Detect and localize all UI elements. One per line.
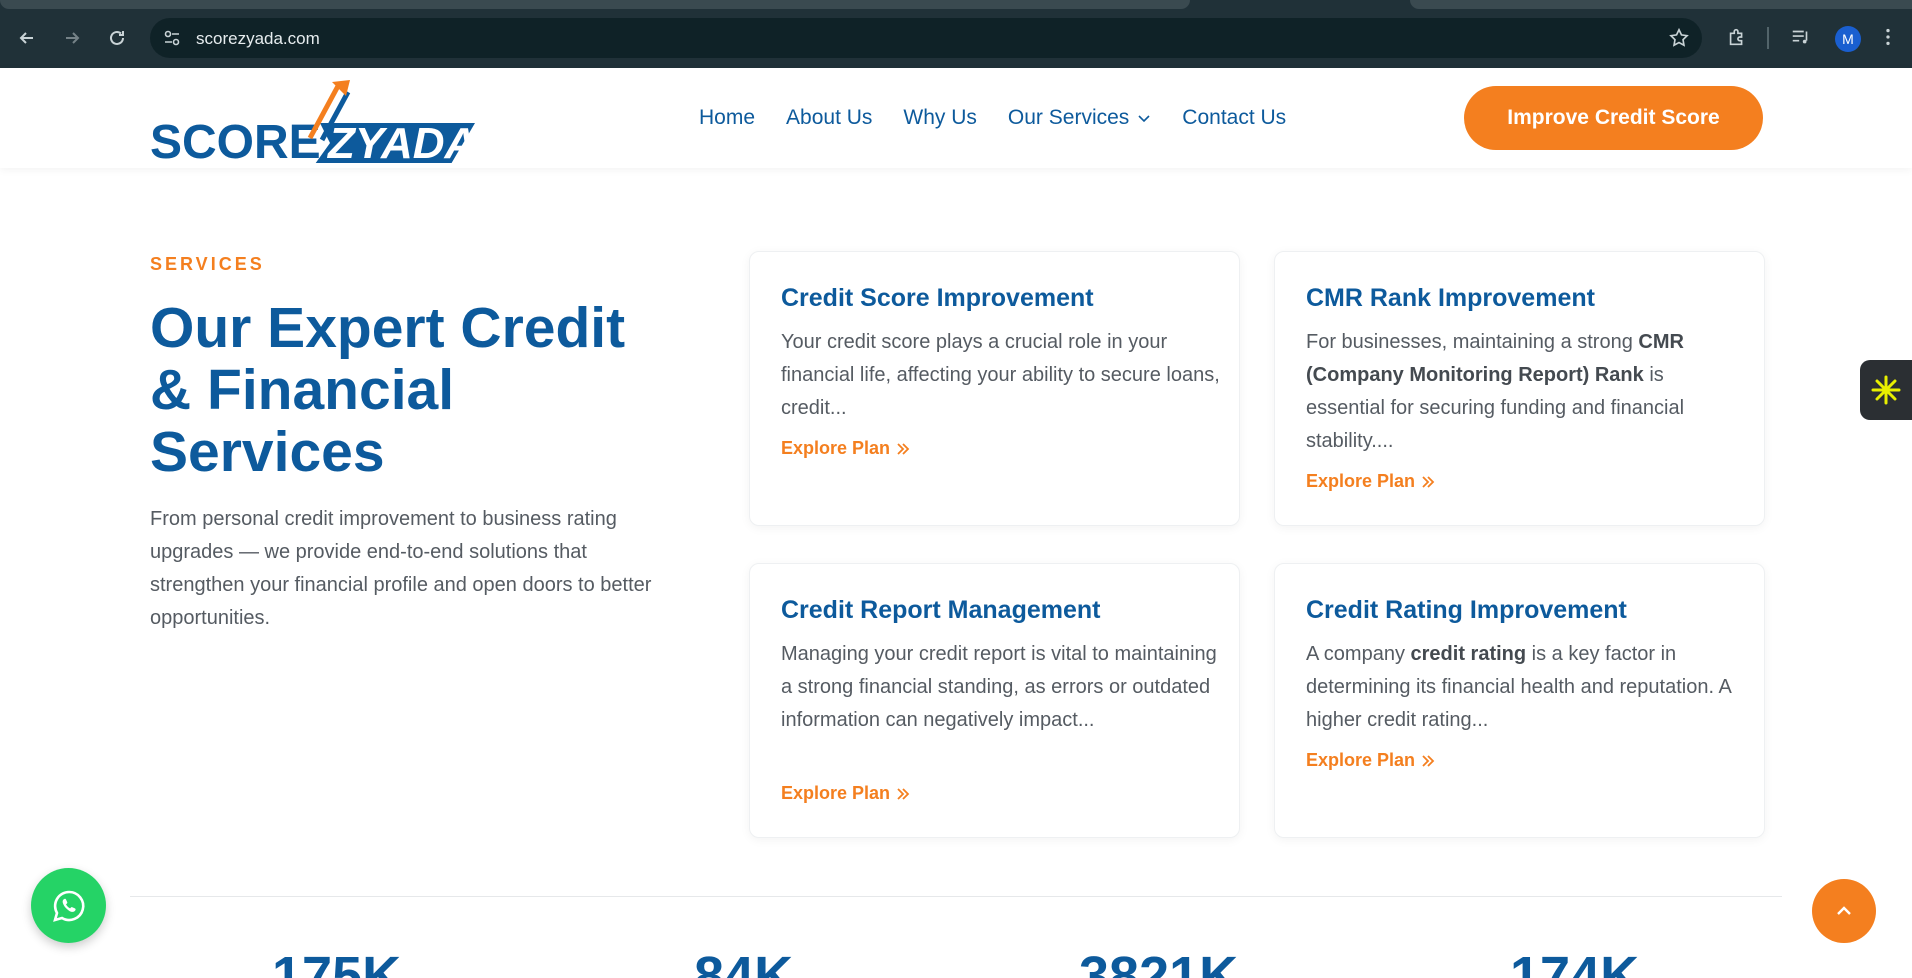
explore-plan-link[interactable]: Explore Plan (781, 783, 910, 804)
site-info-icon[interactable] (162, 28, 182, 48)
card-title[interactable]: CMR Rank Improvement (1306, 284, 1595, 313)
card-desc-text: For businesses, maintaining a strong (1306, 331, 1639, 353)
main-navigation: Home About Us Why Us Our Services Contac… (699, 106, 1286, 130)
service-card-cmr-rank[interactable]: CMR Rank Improvement For businesses, mai… (1274, 251, 1765, 526)
stat-value: 3821K (1079, 946, 1239, 978)
nav-home[interactable]: Home (699, 106, 755, 130)
scroll-to-top-button[interactable] (1812, 879, 1876, 943)
arrow-right-icon (66, 32, 80, 44)
card-title[interactable]: Credit Rating Improvement (1306, 596, 1627, 625)
explore-plan-link[interactable]: Explore Plan (1306, 750, 1435, 771)
double-chevron-right-icon (897, 442, 910, 455)
service-card-credit-rating[interactable]: Credit Rating Improvement A company cred… (1274, 563, 1765, 838)
svg-text:ZYADA: ZYADA (326, 119, 476, 163)
chevron-up-icon (1837, 906, 1851, 915)
reload-button[interactable] (101, 22, 133, 54)
media-control-button[interactable] (1784, 20, 1818, 54)
extensions-button[interactable] (1720, 20, 1754, 54)
tab-active[interactable] (0, 0, 1190, 9)
puzzle-icon (1729, 28, 1743, 46)
accessibility-widget-button[interactable] (1860, 360, 1912, 420)
card-title[interactable]: Credit Report Management (781, 596, 1100, 625)
section-lead: From personal credit improvement to busi… (150, 508, 652, 629)
stat-value: 84K (694, 946, 794, 978)
whatsapp-icon (52, 890, 84, 922)
toolbar-separator (1767, 27, 1769, 49)
whatsapp-chat-button[interactable] (31, 868, 106, 943)
section-divider (130, 896, 1782, 897)
explore-plan-link[interactable]: Explore Plan (781, 438, 910, 459)
card-description: For businesses, maintaining a strong CMR… (1306, 326, 1746, 458)
card-description: Managing your credit report is vital to … (781, 643, 1217, 731)
explore-plan-label: Explore Plan (781, 438, 891, 458)
forward-button[interactable] (56, 22, 88, 54)
improve-credit-score-button[interactable]: Improve Credit Score (1464, 86, 1763, 150)
nav-why-us[interactable]: Why Us (903, 106, 977, 130)
scorezyada-logo[interactable]: SCORE ZYADA (150, 78, 525, 169)
chevron-down-icon (1138, 115, 1150, 123)
stat-value: 174K (1510, 946, 1640, 978)
bookmark-star-icon[interactable] (1668, 27, 1690, 49)
sparkle-icon (1871, 375, 1901, 405)
explore-plan-label: Explore Plan (781, 783, 891, 803)
section-eyebrow: SERVICES (150, 254, 265, 274)
nav-our-services[interactable]: Our Services (1008, 106, 1151, 130)
card-description: Your credit score plays a crucial role i… (781, 331, 1220, 419)
browser-toolbar: scorezyada.com M (0, 0, 1912, 68)
double-chevron-right-icon (1422, 475, 1435, 488)
explore-plan-label: Explore Plan (1306, 471, 1416, 491)
card-title[interactable]: Credit Score Improvement (781, 284, 1094, 313)
playlist-icon (1792, 30, 1808, 44)
address-bar[interactable]: scorezyada.com (150, 18, 1702, 58)
explore-plan-link[interactable]: Explore Plan (1306, 471, 1435, 492)
card-description: A company credit rating is a key factor … (1306, 638, 1746, 737)
arrow-left-icon (19, 32, 33, 44)
nav-our-services-label: Our Services (1007, 106, 1130, 129)
stat-value: 175K (272, 946, 402, 978)
card-desc-bold: credit rating (1410, 643, 1527, 665)
browser-menu-button[interactable] (1876, 20, 1900, 54)
kebab-menu-icon (1886, 28, 1890, 46)
section-headline: Our Expert Credit & Financial Services (150, 296, 626, 484)
service-card-credit-score[interactable]: Credit Score Improvement Your credit sco… (749, 251, 1240, 526)
url-text[interactable]: scorezyada.com (196, 29, 320, 49)
reload-icon (110, 30, 124, 45)
nav-contact-us[interactable]: Contact Us (1182, 106, 1286, 130)
nav-about-us[interactable]: About Us (786, 106, 872, 130)
back-button[interactable] (11, 22, 43, 54)
card-desc-text: A company (1306, 643, 1411, 665)
double-chevron-right-icon (897, 787, 910, 800)
site-header: SCORE ZYADA Home About Us Why Us Our Ser… (0, 68, 1912, 169)
double-chevron-right-icon (1422, 754, 1435, 767)
service-card-credit-report[interactable]: Credit Report Management Managing your c… (749, 563, 1240, 838)
tab-strip (0, 0, 1912, 10)
logo-graphic: SCORE ZYADA (150, 80, 476, 169)
explore-plan-label: Explore Plan (1306, 750, 1416, 770)
svg-text:SCORE: SCORE (150, 116, 321, 163)
tab-inactive[interactable] (1410, 0, 1912, 9)
profile-avatar[interactable]: M (1835, 26, 1861, 52)
